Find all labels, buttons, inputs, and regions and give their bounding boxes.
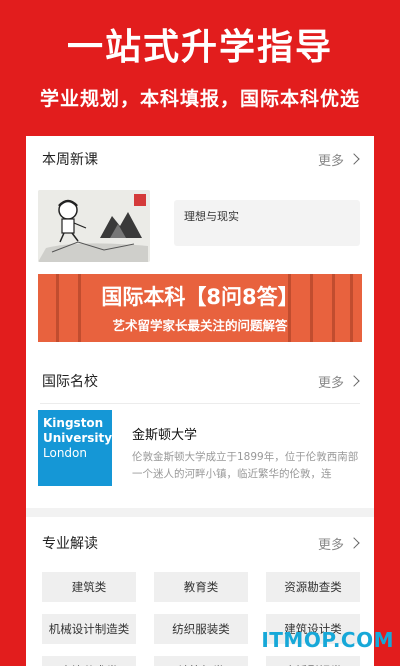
logo-line: University (43, 431, 112, 445)
universities-title: 国际名校 (42, 374, 98, 390)
major-chip[interactable]: 机械设计制造类 (42, 614, 136, 644)
university-description: 伦敦金斯顿大学成立于1899年，位于伦敦西南部一个迷人的河畔小镇，临近繁华的伦敦… (132, 451, 359, 480)
new-courses-title: 本周新课 (42, 152, 98, 168)
course-thumbnail[interactable] (38, 190, 150, 262)
universities-more-link[interactable]: 更多 (317, 372, 360, 391)
universities-header: 国际名校 更多 (26, 358, 374, 404)
logo-line: Kingston (43, 416, 104, 430)
major-chip[interactable]: 资源勘查类 (266, 572, 360, 602)
major-chip[interactable]: 教育类 (154, 572, 248, 602)
promo-banner[interactable]: 国际本科【8问8答】 艺术留学家长最关注的问题解答 (38, 274, 362, 342)
major-chip[interactable]: 表演艺术类 (42, 656, 136, 666)
content-card: 本周新课 更多 理想与现实 国际本科【8问8答】 艺术留学家长最关注的问题解答 … (26, 136, 374, 666)
divider (40, 403, 360, 404)
course-title: 理想与现实 (184, 210, 239, 223)
new-courses-header: 本周新课 更多 (26, 136, 374, 182)
hero-title: 一站式升学指导 (66, 27, 333, 68)
university-logo[interactable]: Kingston University London (38, 410, 112, 486)
more-label: 更多 (317, 537, 344, 553)
chevron-right-icon (348, 375, 360, 387)
hero-subtitle: 学业规划，本科填报，国际本科优选 (39, 88, 360, 110)
major-chip[interactable]: 纺织服装类 (154, 614, 248, 644)
more-label: 更多 (317, 153, 344, 169)
major-chip[interactable]: 计算机类 (154, 656, 248, 666)
university-name[interactable]: 金斯顿大学 (132, 424, 197, 443)
new-courses-more-link[interactable]: 更多 (317, 150, 360, 169)
chevron-right-icon (348, 537, 360, 549)
major-chip[interactable]: 广播影视类 (266, 656, 360, 666)
major-chip[interactable]: 建筑类 (42, 572, 136, 602)
banner-title: 国际本科【8问8答】 (101, 285, 299, 309)
section-separator (26, 508, 374, 517)
watermark: ITMOP.COM (261, 628, 394, 652)
majors-title: 专业解读 (42, 536, 98, 552)
logo-line: London (43, 446, 87, 460)
thumbnail-badge-icon (134, 194, 146, 206)
course-title-box[interactable]: 理想与现实 (174, 200, 360, 246)
more-label: 更多 (317, 375, 344, 391)
majors-more-link[interactable]: 更多 (317, 534, 360, 553)
chevron-right-icon (348, 153, 360, 165)
banner-subtitle: 艺术留学家长最关注的问题解答 (112, 318, 288, 333)
majors-header: 专业解读 更多 (26, 520, 374, 566)
